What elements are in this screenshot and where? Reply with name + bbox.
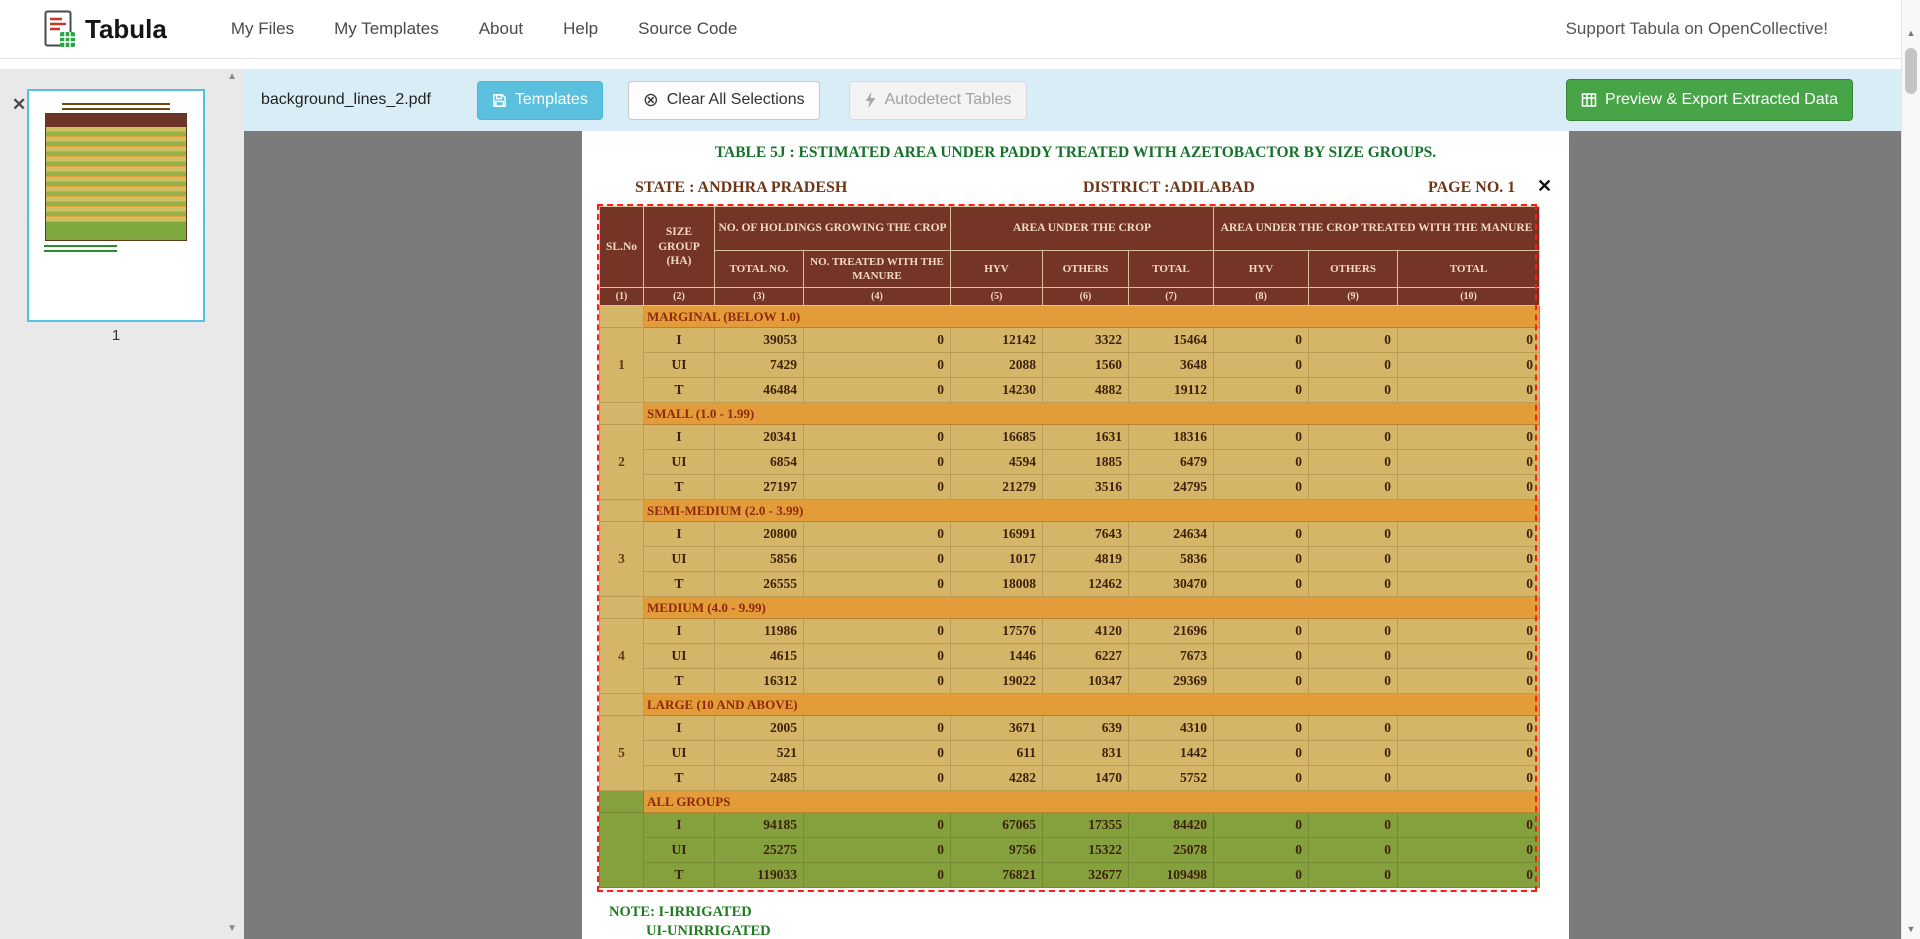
sidebar-scroll-up-icon[interactable]: ▲ — [227, 71, 237, 82]
nav-item-source-code[interactable]: Source Code — [638, 19, 737, 39]
tabula-logo-icon — [44, 10, 76, 48]
preview-export-label: Preview & Export Extracted Data — [1605, 91, 1838, 109]
nav-item-help[interactable]: Help — [563, 19, 598, 39]
nav-item-about[interactable]: About — [479, 19, 523, 39]
scrollbar-down-icon[interactable]: ▼ — [1902, 924, 1920, 934]
page-thumbnail[interactable] — [27, 89, 205, 322]
autodetect-tables-label: Autodetect Tables — [885, 91, 1012, 109]
open-filename: background_lines_2.pdf — [261, 91, 431, 109]
scrollbar-up-icon[interactable]: ▲ — [1902, 28, 1920, 38]
clear-all-selections-button[interactable]: ⊗ Clear All Selections — [628, 81, 820, 120]
document-toolbar: background_lines_2.pdf Templates ⊗ Clear… — [244, 69, 1901, 131]
note-line-2: UI-UNIRRIGATED — [646, 922, 771, 939]
note-line-1: NOTE: I-IRRIGATED — [609, 903, 771, 922]
thumbnail-title-lines — [62, 103, 170, 110]
preview-export-button[interactable]: Preview & Export Extracted Data — [1566, 79, 1853, 121]
state-label: STATE : ANDHRA PRADESH — [635, 179, 847, 197]
nav-item-my-templates[interactable]: My Templates — [334, 19, 439, 39]
clear-all-selections-label: Clear All Selections — [667, 91, 805, 109]
page-no-label: PAGE NO. 1 — [1428, 179, 1515, 197]
thumbnail-table-rows — [46, 127, 187, 222]
scrollbar-thumb[interactable] — [1905, 48, 1917, 94]
thumbnail-table-footer-rows — [46, 222, 187, 240]
templates-button[interactable]: Templates — [477, 81, 603, 120]
thumbnail-table-header — [46, 114, 187, 127]
thumbnail-table — [45, 113, 188, 241]
top-navbar: Tabula My Files My Templates About Help … — [0, 0, 1920, 59]
document-meta-row: STATE : ANDHRA PRADESH DISTRICT :ADILABA… — [582, 179, 1569, 199]
tabula-app: Tabula My Files My Templates About Help … — [0, 0, 1920, 939]
thumbnail-sidebar: ✕ 1 ▲ ▼ — [0, 69, 244, 939]
thumbnail-note-lines — [44, 245, 117, 253]
document-viewport: TABLE 5J : ESTIMATED AREA UNDER PADDY TR… — [244, 131, 1901, 939]
templates-button-label: Templates — [515, 91, 588, 109]
brand-title: Tabula — [85, 14, 167, 45]
lightning-icon — [864, 92, 877, 108]
templates-icon — [492, 93, 507, 108]
table-grid-icon — [1581, 92, 1597, 108]
document-note: NOTE: I-IRRIGATED UI-UNIRRIGATED — [609, 903, 771, 939]
support-link[interactable]: Support Tabula on OpenCollective! — [1566, 19, 1828, 39]
autodetect-tables-button[interactable]: Autodetect Tables — [849, 81, 1027, 120]
table-selection-overlay[interactable] — [597, 204, 1537, 892]
thumbnail-page-number: 1 — [27, 327, 205, 344]
main-nav: My Files My Templates About Help Source … — [231, 19, 737, 39]
remove-page-icon[interactable]: ✕ — [12, 95, 26, 115]
document-table-title: TABLE 5J : ESTIMATED AREA UNDER PADDY TR… — [582, 144, 1569, 162]
pdf-page[interactable]: TABLE 5J : ESTIMATED AREA UNDER PADDY TR… — [582, 131, 1569, 939]
sidebar-scroll-down-icon[interactable]: ▼ — [227, 923, 237, 934]
nav-item-my-files[interactable]: My Files — [231, 19, 294, 39]
district-label: DISTRICT :ADILABAD — [1083, 179, 1255, 197]
circle-x-icon: ⊗ — [643, 91, 659, 110]
vertical-scrollbar[interactable]: ▲ ▼ — [1901, 0, 1920, 939]
selection-close-icon[interactable]: ✕ — [1537, 176, 1552, 197]
